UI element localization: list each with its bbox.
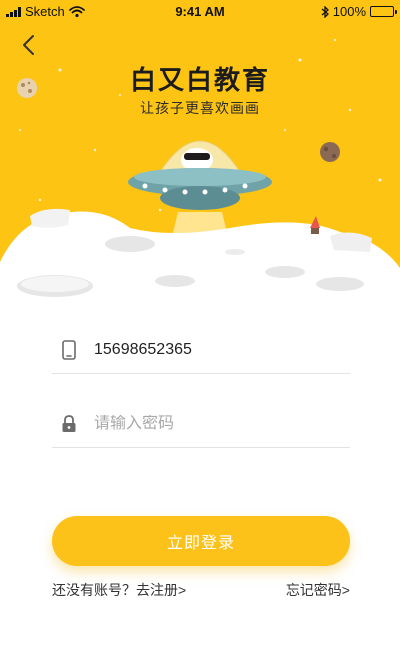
ufo-moon-illustration [0,0,400,310]
forgot-password-link[interactable]: 忘记密码> [286,580,350,600]
phone-field[interactable] [52,326,350,374]
bluetooth-icon [321,5,329,18]
asteroid-right [320,142,340,162]
login-button[interactable]: 立即登录 [52,516,350,566]
brand-subtitle: 让孩子更喜欢画画 [140,100,260,116]
back-chevron-icon [23,35,34,55]
brand-title: 白又白教育 [129,65,270,95]
phone-icon [56,337,82,363]
password-field[interactable] [52,400,350,448]
password-input[interactable] [94,414,334,433]
battery-percent: 100% [332,4,366,19]
lock-icon [56,411,82,437]
status-right: 100% [321,4,397,19]
back-button[interactable] [18,34,40,56]
phone-input[interactable] [94,340,334,359]
status-bar: Sketch 9:41 AM 100% [0,0,400,24]
battery-icon [370,6,397,17]
hero-illustration [0,0,400,310]
register-link[interactable]: 还没有账号？去注册> [52,580,186,600]
